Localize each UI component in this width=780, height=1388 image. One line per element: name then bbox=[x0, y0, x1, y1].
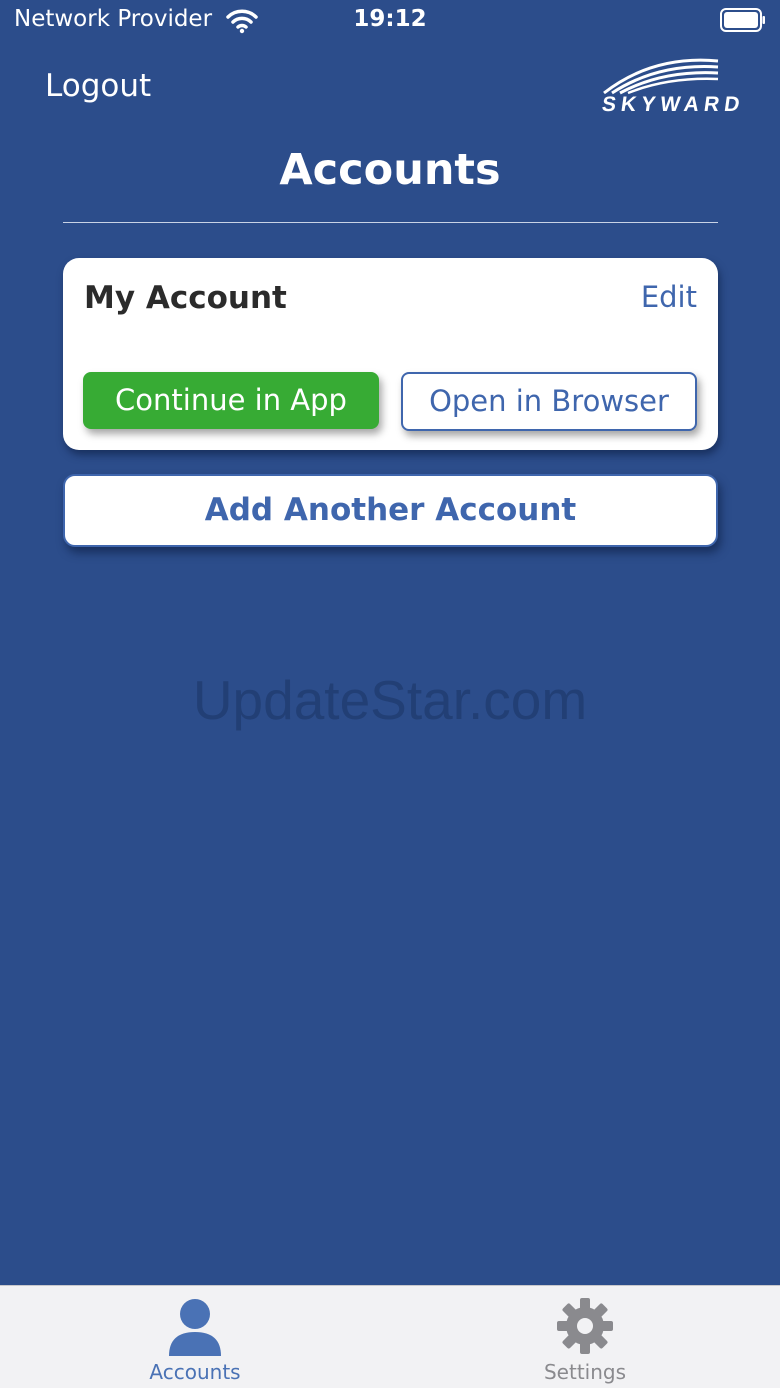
person-icon bbox=[169, 1299, 221, 1356]
tab-settings[interactable]: Settings bbox=[485, 1286, 685, 1388]
edit-button[interactable]: Edit bbox=[641, 280, 697, 314]
add-another-account-button[interactable]: Add Another Account bbox=[63, 474, 718, 547]
tab-accounts[interactable]: Accounts bbox=[95, 1286, 295, 1388]
header-divider bbox=[63, 222, 718, 223]
open-in-browser-button[interactable]: Open in Browser bbox=[401, 372, 697, 431]
skyward-logo: SKYWARD bbox=[598, 55, 746, 125]
logout-button[interactable]: Logout bbox=[45, 68, 151, 104]
page-title: Accounts bbox=[279, 145, 501, 195]
status-bar: Network Provider 19:12 bbox=[0, 0, 780, 44]
tab-settings-label: Settings bbox=[543, 1360, 627, 1384]
logo-text: SKYWARD bbox=[600, 93, 747, 116]
status-time: 19:12 bbox=[353, 6, 427, 32]
tab-bar: Accounts Settings bbox=[0, 1285, 780, 1388]
account-card: My Account Edit Continue in App Open in … bbox=[63, 258, 718, 450]
tab-accounts-label: Accounts bbox=[149, 1360, 241, 1384]
watermark: UpdateStar.com bbox=[192, 669, 588, 731]
gear-icon bbox=[557, 1298, 613, 1354]
account-name: My Account bbox=[84, 280, 287, 316]
continue-in-app-button[interactable]: Continue in App bbox=[83, 372, 379, 429]
battery-icon bbox=[720, 8, 765, 32]
